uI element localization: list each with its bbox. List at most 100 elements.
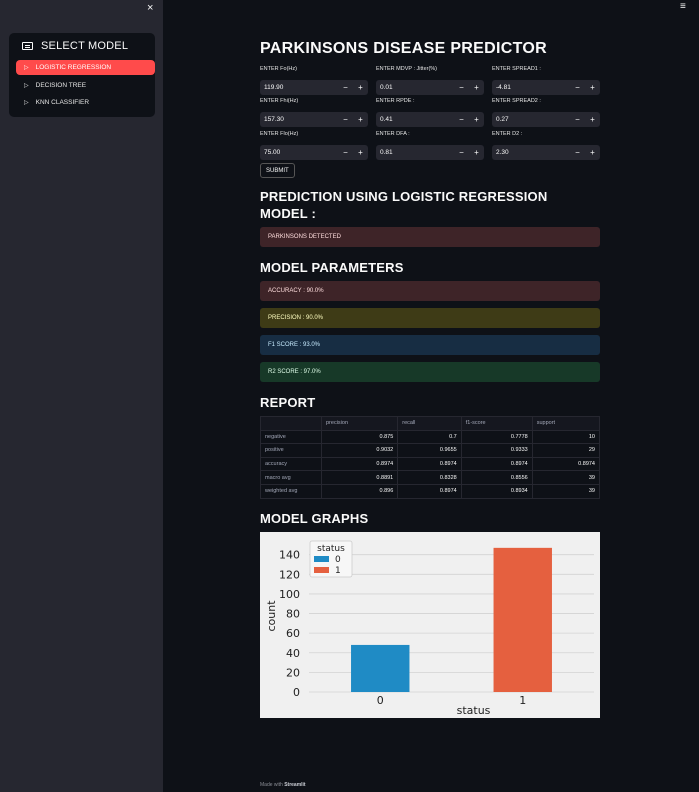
table-cell: 0.8974 bbox=[320, 456, 399, 472]
spread2-number-input[interactable]: 0.27 − + bbox=[492, 112, 600, 127]
caret-right-icon: ▷ bbox=[24, 100, 29, 106]
increment-button[interactable]: + bbox=[469, 83, 484, 92]
table-row: negative 0.875 0.7 0.7778 10 bbox=[260, 429, 601, 445]
row-label: macro avg bbox=[260, 470, 322, 485]
increment-button[interactable]: + bbox=[353, 148, 368, 157]
r2-score-alert: R2 SCORE : 97.0% bbox=[260, 362, 600, 382]
increment-button[interactable]: + bbox=[353, 83, 368, 92]
input-value[interactable]: 0.01 bbox=[376, 84, 454, 91]
status-count-chart: 0 20 40 60 80 100 120 140 0 1 status count status 0 1 bbox=[260, 532, 600, 718]
y-tick-label: 140 bbox=[279, 549, 300, 562]
input-value[interactable]: 0.41 bbox=[376, 116, 454, 123]
table-cell: 0.9032 bbox=[320, 443, 399, 458]
fhi-number-input[interactable]: 157.30 − + bbox=[260, 112, 368, 127]
menu-item-label: DECISION TREE bbox=[35, 82, 87, 89]
table-row: positive 0.9032 0.9655 0.9333 29 bbox=[260, 443, 601, 458]
field-label: ENTER MDVP : Jitter(%) bbox=[376, 66, 438, 72]
input-value[interactable]: 157.30 bbox=[260, 116, 338, 123]
table-row: accuracy 0.8974 0.8974 0.8974 0.8974 bbox=[260, 456, 601, 472]
decrement-button[interactable]: − bbox=[454, 83, 469, 92]
menu-item-knn-classifier[interactable]: ▷ KNN CLASSIFIER bbox=[16, 95, 155, 110]
streamlit-link[interactable]: Streamlit bbox=[284, 782, 305, 788]
column-header: recall bbox=[397, 416, 462, 431]
menu-header: SELECT MODEL bbox=[22, 40, 128, 52]
row-label: negative bbox=[260, 429, 322, 445]
jitter-number-input[interactable]: 0.01 − + bbox=[376, 80, 484, 95]
close-sidebar-icon[interactable]: × bbox=[147, 2, 153, 14]
flo-number-input[interactable]: 75.00 − + bbox=[260, 145, 368, 160]
input-value[interactable]: -4.81 bbox=[492, 84, 570, 91]
field-rpde: ENTER RPDE : 0.41 − + bbox=[376, 98, 484, 127]
column-header: f1-score bbox=[460, 416, 533, 431]
report-heading: REPORT bbox=[260, 395, 316, 410]
field-label: ENTER Flo(Hz) bbox=[260, 131, 299, 137]
increment-button[interactable]: + bbox=[469, 115, 484, 124]
table-cell: 0.8974 bbox=[460, 456, 533, 472]
field-jitter: ENTER MDVP : Jitter(%) 0.01 − + bbox=[376, 66, 484, 95]
decrement-button[interactable]: − bbox=[570, 148, 585, 157]
y-axis-label: count bbox=[265, 600, 278, 632]
menu-item-logistic-regression[interactable]: ▷ LOGISTIC REGRESSION bbox=[16, 60, 155, 75]
table-cell: 0.8974 bbox=[397, 483, 462, 499]
increment-button[interactable]: + bbox=[585, 148, 600, 157]
input-value[interactable]: 75.00 bbox=[260, 149, 338, 156]
y-tick-label: 40 bbox=[286, 647, 300, 660]
y-tick-label: 100 bbox=[279, 588, 300, 601]
bar-status-0 bbox=[351, 644, 410, 692]
menu-item-label: LOGISTIC REGRESSION bbox=[35, 64, 112, 71]
table-cell: 29 bbox=[531, 443, 601, 458]
table-cell: 0.8556 bbox=[460, 470, 533, 485]
input-value[interactable]: 2.30 bbox=[492, 149, 570, 156]
input-value[interactable]: 0.27 bbox=[492, 116, 570, 123]
y-tick-label: 120 bbox=[279, 568, 300, 581]
decrement-button[interactable]: − bbox=[338, 83, 353, 92]
field-label: ENTER Fhi(Hz) bbox=[260, 98, 299, 104]
fo-number-input[interactable]: 119.90 − + bbox=[260, 80, 368, 95]
y-tick-label: 60 bbox=[286, 627, 300, 640]
table-header-row: precision recall f1-score support bbox=[260, 416, 601, 431]
increment-button[interactable]: + bbox=[353, 115, 368, 124]
decrement-button[interactable]: − bbox=[454, 148, 469, 157]
submit-button[interactable]: SUBMIT bbox=[260, 163, 295, 178]
increment-button[interactable]: + bbox=[585, 115, 600, 124]
legend-title: status bbox=[317, 544, 345, 554]
table-cell: 0.8974 bbox=[397, 456, 462, 472]
accuracy-alert: ACCURACY : 90.0% bbox=[260, 281, 600, 301]
decrement-button[interactable]: − bbox=[570, 115, 585, 124]
field-label: ENTER D2 : bbox=[492, 131, 523, 137]
decrement-button[interactable]: − bbox=[570, 83, 585, 92]
decrement-button[interactable]: − bbox=[338, 148, 353, 157]
y-tick-label: 80 bbox=[286, 608, 300, 621]
spread1-number-input[interactable]: -4.81 − + bbox=[492, 80, 600, 95]
field-label: ENTER RPDE : bbox=[376, 98, 415, 104]
f1-score-alert: F1 SCORE : 93.0% bbox=[260, 335, 600, 355]
d2-number-input[interactable]: 2.30 − + bbox=[492, 145, 600, 160]
menu-item-decision-tree[interactable]: ▷ DECISION TREE bbox=[16, 78, 155, 93]
table-row: macro avg 0.8891 0.8328 0.8556 39 bbox=[260, 470, 601, 485]
decrement-button[interactable]: − bbox=[454, 115, 469, 124]
field-label: ENTER DFA : bbox=[376, 131, 410, 137]
table-cell: 0.9655 bbox=[397, 443, 462, 458]
x-axis-label: status bbox=[457, 704, 491, 717]
model-parameters-heading: MODEL PARAMETERS bbox=[260, 260, 404, 275]
hamburger-menu-icon[interactable]: ≡ bbox=[680, 1, 686, 12]
increment-button[interactable]: + bbox=[585, 83, 600, 92]
prediction-heading: PREDICTION USING LOGISTIC REGRESSION MOD… bbox=[260, 188, 547, 222]
column-header bbox=[260, 416, 322, 431]
table-cell: 0.9333 bbox=[460, 443, 533, 458]
rpde-number-input[interactable]: 0.41 − + bbox=[376, 112, 484, 127]
table-cell: 0.8974 bbox=[531, 456, 601, 472]
menu-title: SELECT MODEL bbox=[41, 40, 129, 52]
increment-button[interactable]: + bbox=[469, 148, 484, 157]
field-flo: ENTER Flo(Hz) 75.00 − + bbox=[260, 131, 368, 160]
dfa-number-input[interactable]: 0.81 − + bbox=[376, 145, 484, 160]
field-dfa: ENTER DFA : 0.81 − + bbox=[376, 131, 484, 160]
list-icon bbox=[22, 42, 33, 50]
input-value[interactable]: 0.81 bbox=[376, 149, 454, 156]
row-label: weighted avg bbox=[260, 483, 322, 499]
y-tick-label: 20 bbox=[286, 666, 300, 679]
caret-right-icon: ▷ bbox=[24, 65, 29, 71]
row-label: accuracy bbox=[260, 456, 322, 472]
decrement-button[interactable]: − bbox=[338, 115, 353, 124]
input-value[interactable]: 119.90 bbox=[260, 84, 338, 91]
